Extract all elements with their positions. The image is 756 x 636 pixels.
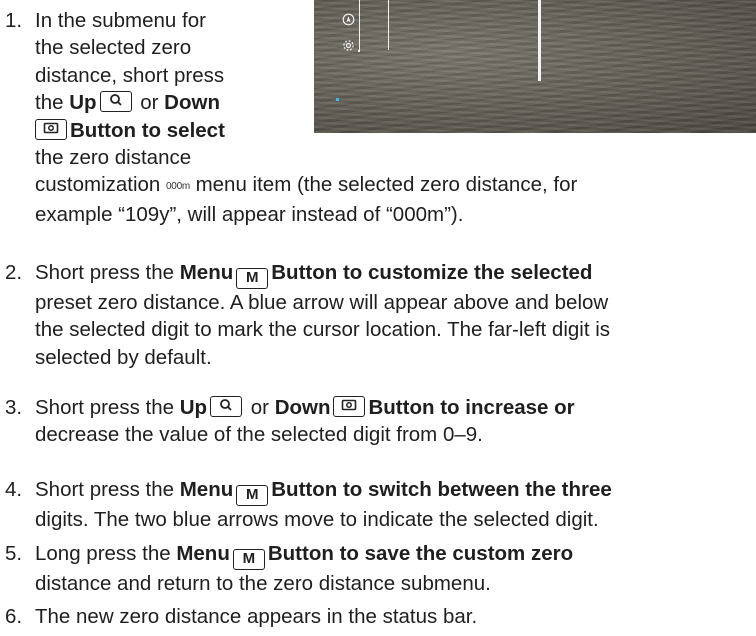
line: Long press the Menu M Button to save the c… bbox=[35, 540, 756, 570]
line: decrease the value of the selected digit… bbox=[35, 423, 483, 447]
line: the selected zero bbox=[35, 36, 192, 60]
line: Short press the Up or Down Button to incr… bbox=[35, 396, 575, 419]
down-button-icon bbox=[35, 118, 67, 140]
step-number: 4. bbox=[5, 478, 23, 501]
line: the Up or Down bbox=[35, 91, 220, 115]
line: customization 000m menu item (the select… bbox=[35, 173, 578, 197]
step-number: 1. bbox=[5, 9, 23, 32]
line: preset zero distance. A blue arrow will … bbox=[35, 291, 609, 314]
menu-button-icon: M bbox=[232, 549, 265, 570]
line: the selected digit to mark the cursor lo… bbox=[35, 318, 611, 342]
step-text: Short press the Menu M Button to switch be… bbox=[35, 476, 756, 533]
up-button-icon bbox=[210, 396, 243, 417]
menu-button-icon: M bbox=[236, 268, 269, 289]
line: digits. The two blue arrows move to indi… bbox=[35, 508, 599, 531]
step-number: 5. bbox=[5, 542, 23, 565]
up-button-icon bbox=[99, 91, 132, 113]
step-text: Short press the Up or Down Button to incr… bbox=[35, 394, 756, 449]
zero-distance-icon: 000m bbox=[166, 181, 190, 193]
line: selected by default. bbox=[35, 345, 212, 369]
line: the zero distance bbox=[35, 146, 192, 170]
line: distance and return to the zero distance… bbox=[35, 572, 491, 595]
line: In the submenu for bbox=[35, 9, 206, 32]
step-text: Short press the Menu M Button to customize… bbox=[35, 259, 756, 371]
line: Button to select bbox=[35, 117, 755, 144]
step-text: Long press the Menu M Button to save the c… bbox=[35, 540, 756, 597]
down-button-icon bbox=[333, 396, 366, 417]
step-text: In the submenu for the selected zero dis… bbox=[35, 7, 755, 228]
line: distance, short press bbox=[35, 63, 225, 87]
line: Short press the Menu M Button to switch be… bbox=[35, 476, 756, 506]
line: example “109y”, will appear instead of “… bbox=[35, 202, 464, 226]
step-number: 2. bbox=[5, 261, 23, 284]
line: Short press the Menu M Button to customize… bbox=[35, 259, 756, 289]
menu-button-icon: M bbox=[236, 485, 269, 506]
line: The new zero distance appears in the sta… bbox=[35, 605, 478, 628]
step-number: 3. bbox=[5, 396, 23, 419]
step-number: 6. bbox=[5, 605, 23, 628]
step-text: The new zero distance appears in the sta… bbox=[35, 603, 756, 630]
